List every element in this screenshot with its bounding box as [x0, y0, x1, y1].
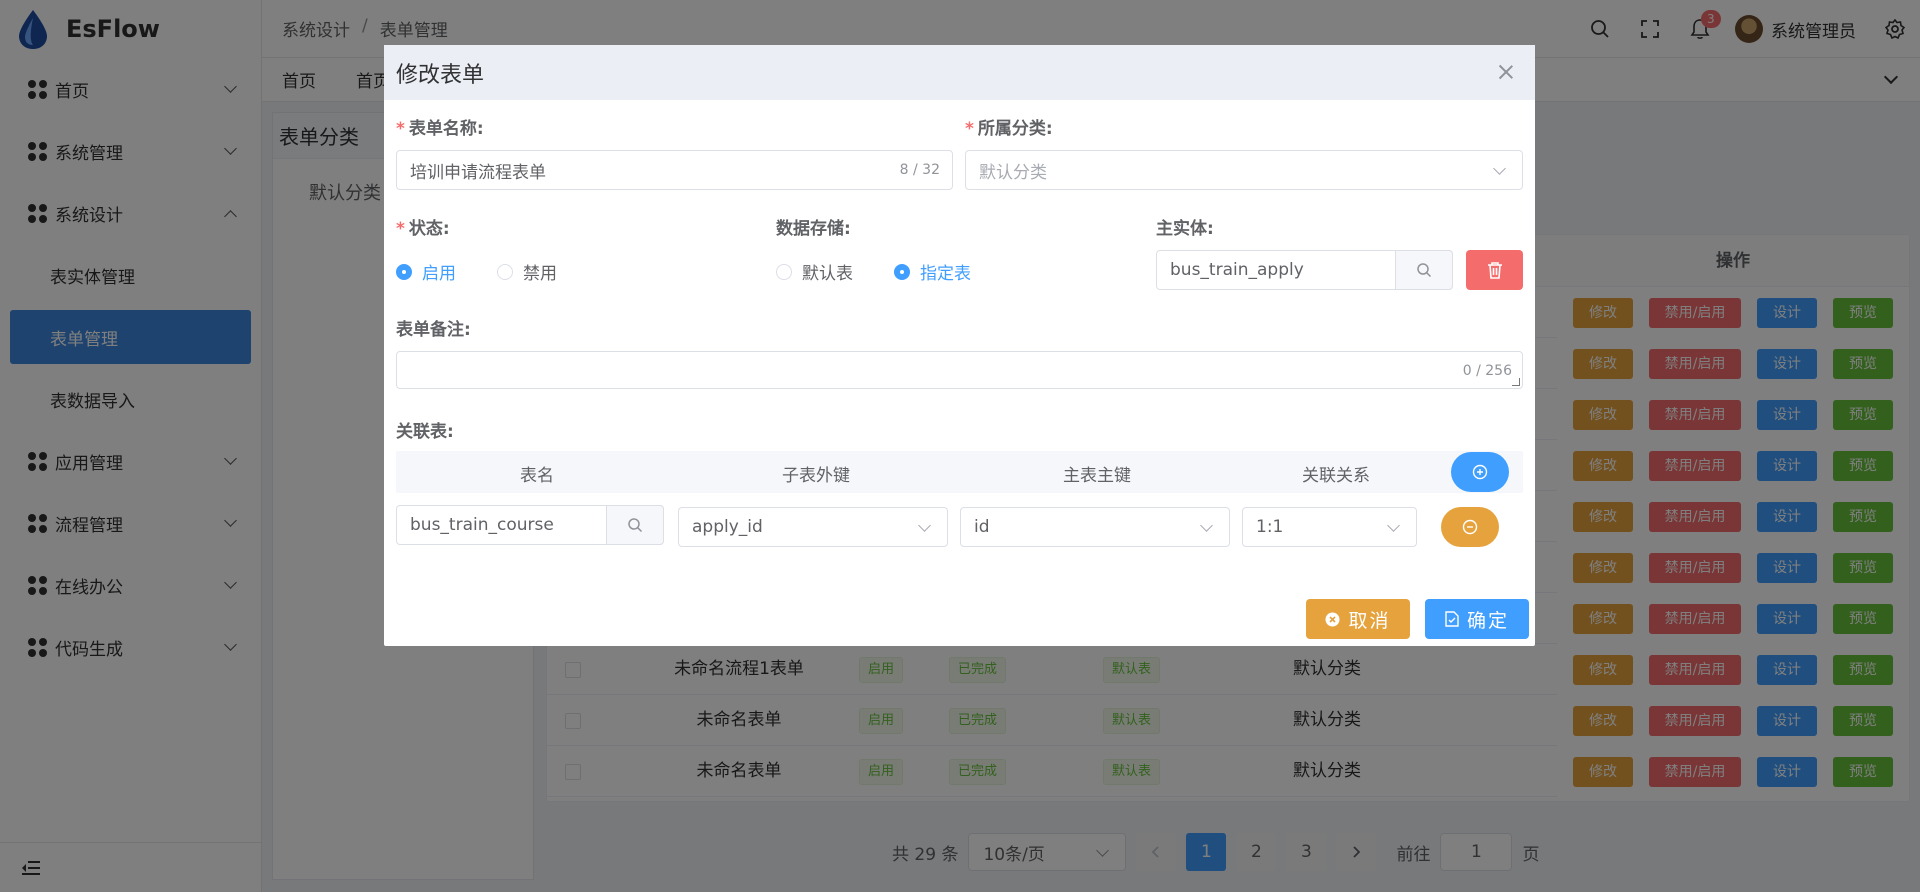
form-name-input[interactable]: 培训申请流程表单 8 / 32	[396, 150, 953, 190]
delete-entity-button[interactable]	[1466, 250, 1523, 290]
child-key-select[interactable]: apply_id	[678, 507, 948, 547]
master-key-value: id	[974, 517, 990, 537]
form-name-label: * 表单名称:	[396, 119, 484, 139]
trash-icon	[1487, 262, 1502, 279]
search-icon	[1417, 263, 1432, 278]
entity-search-button[interactable]	[1395, 250, 1453, 290]
status-radio-enabled[interactable]: 启用	[396, 259, 456, 284]
add-relation-button[interactable]	[1451, 452, 1509, 492]
cancel-button[interactable]: 取消	[1306, 599, 1410, 639]
plus-circle-icon	[1472, 464, 1488, 480]
form-name-value: 培训申请流程表单	[410, 162, 546, 183]
chevron-down-icon	[918, 519, 931, 532]
char-count: 0 / 256	[1462, 363, 1512, 379]
relation-header-master-key: 主表主键	[1063, 466, 1131, 486]
status-radio-disabled[interactable]: 禁用	[497, 259, 557, 284]
master-key-select[interactable]: id	[960, 507, 1230, 547]
close-circle-icon	[1325, 612, 1340, 626]
char-count: 8 / 32	[899, 162, 940, 178]
resize-handle-icon[interactable]	[1512, 378, 1520, 386]
status-label: * 状态:	[396, 219, 450, 239]
relation-label: 关联表:	[396, 422, 454, 442]
remove-relation-button[interactable]	[1441, 507, 1499, 547]
dialog-title: 修改表单	[396, 62, 485, 88]
minus-circle-icon	[1462, 519, 1478, 535]
confirm-button[interactable]: 确定	[1425, 599, 1529, 639]
category-placeholder: 默认分类	[979, 162, 1047, 183]
chevron-down-icon	[1493, 162, 1506, 175]
relation-table-value: bus_train_course	[410, 515, 554, 535]
relation-header-relation: 关联关系	[1302, 466, 1370, 486]
entity-label: 主实体:	[1156, 219, 1214, 239]
relation-type-select[interactable]: 1:1	[1242, 507, 1417, 547]
edit-form-dialog: 修改表单 * 表单名称: 培训申请流程表单 8 / 32 * 所属分类: 默认分类 …	[384, 45, 1535, 646]
dialog-header: 修改表单	[384, 45, 1535, 100]
relation-table-input[interactable]: bus_train_course	[396, 505, 664, 545]
chevron-down-icon	[1200, 519, 1213, 532]
category-select[interactable]: 默认分类	[965, 150, 1523, 190]
remark-label: 表单备注:	[396, 320, 471, 340]
entity-value: bus_train_apply	[1170, 260, 1304, 280]
relation-header-child-key: 子表外键	[782, 466, 850, 486]
cancel-label: 取消	[1348, 609, 1391, 632]
chevron-down-icon	[1387, 519, 1400, 532]
relation-header-table: 表名	[520, 466, 554, 486]
confirm-label: 确定	[1466, 609, 1509, 632]
relation-type-value: 1:1	[1256, 517, 1284, 537]
child-key-value: apply_id	[692, 517, 763, 537]
relation-table-search-button[interactable]	[606, 505, 664, 545]
search-icon	[628, 518, 643, 533]
storage-radio-default[interactable]: 默认表	[776, 259, 853, 284]
storage-radio-specified[interactable]: 指定表	[894, 259, 971, 284]
document-check-icon	[1445, 611, 1459, 627]
storage-label: 数据存储:	[776, 219, 851, 239]
entity-input[interactable]: bus_train_apply	[1156, 250, 1453, 290]
remark-textarea[interactable]: 0 / 256	[396, 351, 1523, 389]
relation-table-header: 表名 子表外键 主表主键 关联关系	[396, 451, 1523, 493]
category-label: * 所属分类:	[965, 119, 1053, 139]
close-icon[interactable]	[1497, 63, 1515, 81]
